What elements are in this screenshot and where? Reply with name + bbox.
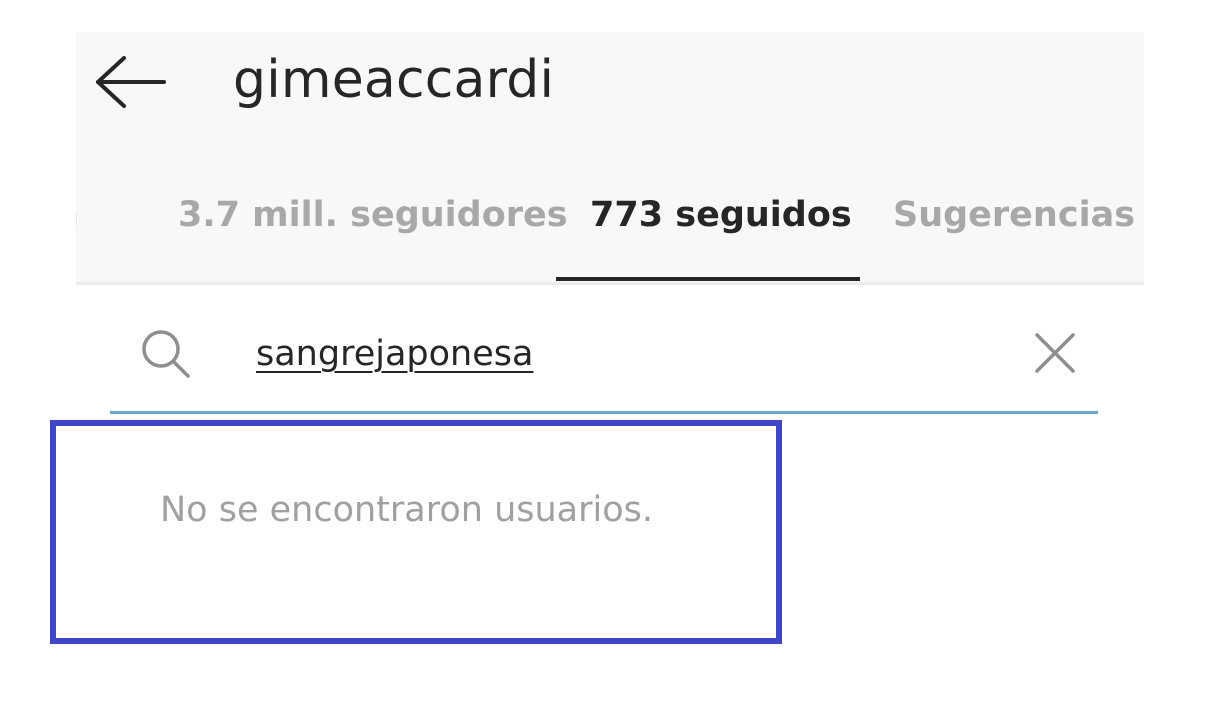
close-icon[interactable]: [1032, 330, 1078, 376]
follow-tabs: ín 3.7 mill. seguidores 773 seguidos Sug…: [76, 178, 1144, 282]
search-input[interactable]: [256, 326, 1016, 382]
no-results-message: No se encontraron usuarios.: [160, 490, 654, 530]
active-tab-indicator: [556, 277, 860, 281]
profile-header: gimeaccardi ín 3.7 mill. seguidores 773 …: [76, 32, 1144, 282]
tab-suggestions[interactable]: Sugerencias: [893, 198, 1135, 233]
search-underline: [110, 411, 1098, 414]
arrow-left-icon[interactable]: [94, 54, 168, 110]
tab-following[interactable]: 773 seguidos: [590, 198, 852, 233]
header-divider: [76, 282, 1144, 285]
search-icon: [138, 326, 194, 382]
profile-username: gimeaccardi: [233, 50, 555, 110]
app-screen: gimeaccardi ín 3.7 mill. seguidores 773 …: [0, 0, 1210, 706]
tab-clipped[interactable]: ín: [76, 198, 79, 233]
empty-results-highlight: No se encontraron usuarios.: [50, 420, 782, 644]
search-bar: [110, 300, 1098, 414]
tab-followers[interactable]: 3.7 mill. seguidores: [178, 198, 568, 233]
